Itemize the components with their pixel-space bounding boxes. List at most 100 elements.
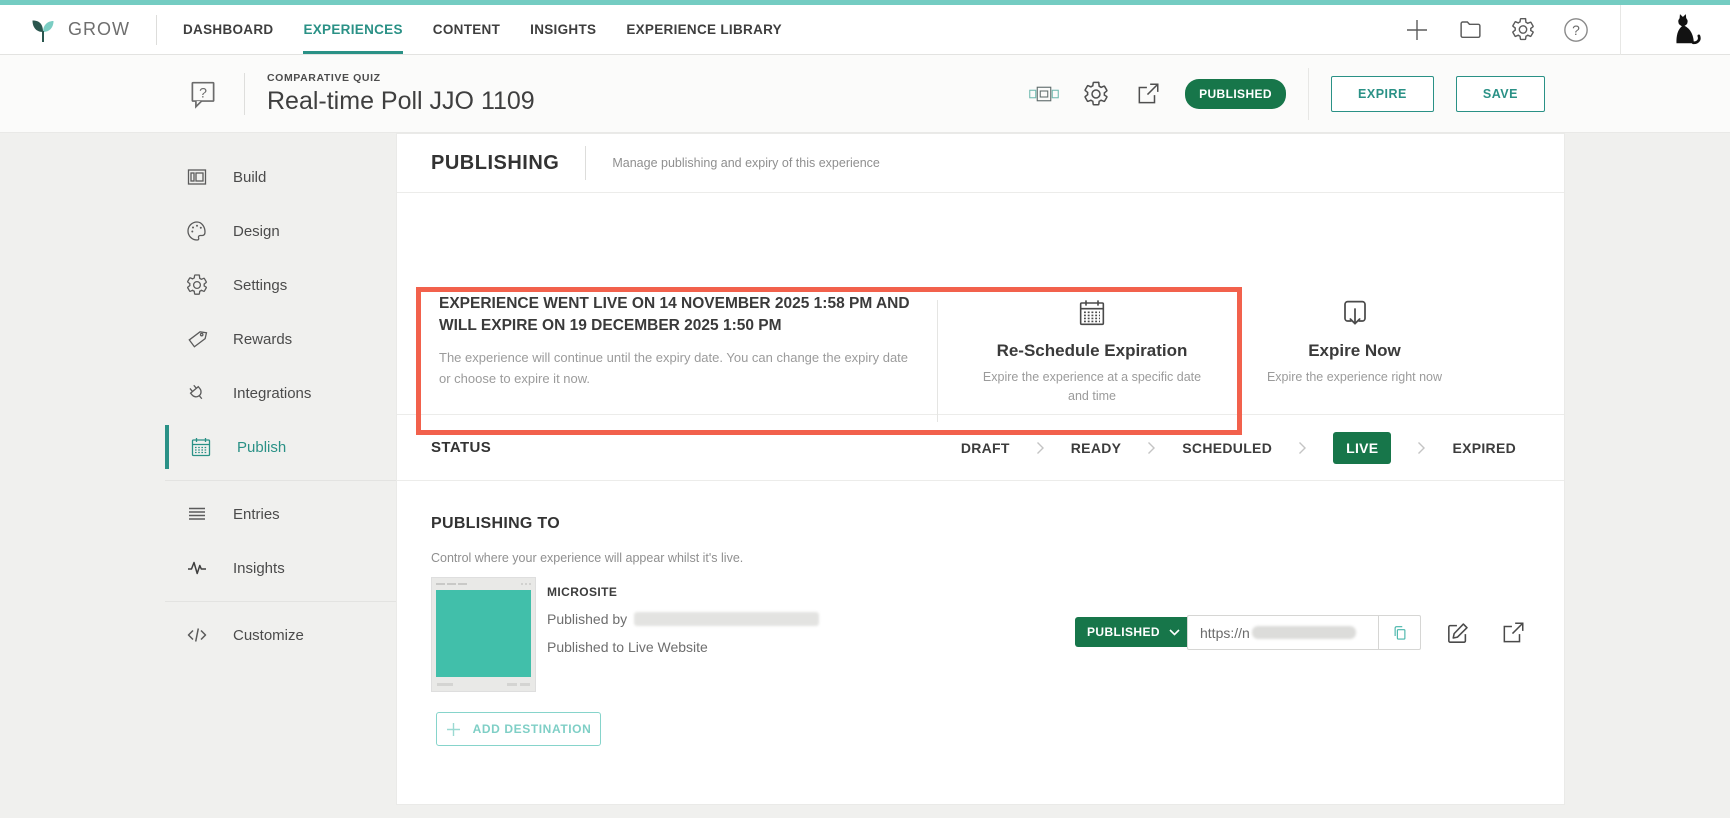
publishing-section-header: PUBLISHING Manage publishing and expiry … bbox=[397, 134, 1564, 193]
header-controls: PUBLISHED EXPIRE SAVE bbox=[1029, 68, 1545, 120]
live-expiry-section: EXPERIENCE WENT LIVE ON 14 NOVEMBER 2025… bbox=[397, 193, 1564, 415]
plus-icon bbox=[446, 722, 461, 737]
calendar-icon bbox=[189, 435, 213, 459]
status-step-ready: READY bbox=[1071, 440, 1122, 456]
chevron-right-icon bbox=[1036, 441, 1045, 455]
sidebar-item-customize[interactable]: Customize bbox=[165, 608, 396, 662]
open-preview-icon[interactable] bbox=[1133, 79, 1163, 109]
nav-item-content[interactable]: CONTENT bbox=[433, 5, 500, 54]
chevron-right-icon bbox=[1298, 441, 1307, 455]
publishing-to-title: PUBLISHING TO bbox=[431, 515, 560, 533]
nav-item-experience-library[interactable]: EXPERIENCE LIBRARY bbox=[626, 5, 782, 54]
experience-header: ? COMPARATIVE QUIZ Real-time Poll JJO 11… bbox=[0, 55, 1730, 133]
section-divider bbox=[585, 146, 586, 180]
code-icon bbox=[185, 623, 209, 647]
destination-url-field[interactable]: https://n bbox=[1187, 615, 1421, 650]
publishing-panel: PUBLISHING Manage publishing and expiry … bbox=[396, 133, 1565, 805]
nav-item-experiences[interactable]: EXPERIENCES bbox=[303, 5, 402, 54]
thumbnail-content bbox=[436, 590, 531, 677]
status-section: STATUS DRAFT READY SCHEDULED LIVE EXPIRE… bbox=[397, 415, 1564, 481]
nav-right-controls: ? bbox=[1404, 5, 1730, 54]
tag-icon bbox=[185, 327, 209, 351]
cat-avatar[interactable] bbox=[1648, 5, 1730, 54]
chevron-right-icon bbox=[1417, 441, 1426, 455]
expire-now-description: Expire the experience right now bbox=[1240, 368, 1470, 387]
reschedule-description: Expire the experience at a specific date… bbox=[977, 368, 1207, 406]
reschedule-expiration-action[interactable]: Re-Schedule Expiration Expire the experi… bbox=[957, 297, 1227, 406]
nav-item-insights[interactable]: INSIGHTS bbox=[530, 5, 596, 54]
expire-now-icon bbox=[1339, 297, 1371, 329]
copy-url-button[interactable] bbox=[1378, 616, 1420, 649]
header-divider bbox=[244, 73, 245, 115]
sprout-logo-icon bbox=[28, 15, 58, 45]
reschedule-title: Re-Schedule Expiration bbox=[997, 341, 1188, 361]
publishing-to-section: PUBLISHING TO Control where your experie… bbox=[397, 481, 1564, 804]
list-icon bbox=[185, 502, 209, 526]
chevron-down-icon bbox=[1169, 629, 1180, 636]
layout-icon bbox=[185, 165, 209, 189]
add-destination-button[interactable]: ADD DESTINATION bbox=[436, 712, 601, 746]
pulse-icon bbox=[185, 556, 209, 580]
sidebar-item-build[interactable]: Build bbox=[165, 150, 396, 204]
live-notice: EXPERIENCE WENT LIVE ON 14 NOVEMBER 2025… bbox=[439, 293, 929, 390]
sidebar-item-entries[interactable]: Entries bbox=[165, 487, 396, 541]
brand-name: GROW bbox=[68, 19, 130, 40]
edit-destination-icon[interactable] bbox=[1443, 619, 1471, 647]
nav-divider bbox=[156, 15, 157, 45]
sidebar-item-rewards[interactable]: Rewards bbox=[165, 312, 396, 366]
publishing-to-subtitle: Control where your experience will appea… bbox=[431, 551, 743, 565]
sidebar-item-settings[interactable]: Settings bbox=[165, 258, 396, 312]
destination-status-dropdown[interactable]: PUBLISHED bbox=[1075, 617, 1192, 647]
live-notice-title: EXPERIENCE WENT LIVE ON 14 NOVEMBER 2025… bbox=[439, 293, 929, 338]
quiz-bubble-icon: ? bbox=[186, 77, 220, 111]
status-step-expired: EXPIRED bbox=[1452, 440, 1516, 456]
redacted-publisher bbox=[634, 612, 819, 626]
calendar-icon bbox=[1076, 297, 1108, 329]
status-step-live-current: LIVE bbox=[1333, 432, 1391, 464]
brand-logo[interactable]: GROW bbox=[0, 5, 156, 54]
microsite-thumbnail bbox=[431, 577, 536, 692]
gear-icon[interactable] bbox=[1510, 17, 1536, 43]
status-steps: DRAFT READY SCHEDULED LIVE EXPIRED bbox=[961, 432, 1516, 464]
published-status-badge: PUBLISHED bbox=[1185, 79, 1286, 109]
nav-items: DASHBOARD EXPERIENCES CONTENT INSIGHTS E… bbox=[183, 5, 782, 54]
thumbnail-browser-bar bbox=[432, 578, 535, 590]
status-label: STATUS bbox=[431, 439, 491, 456]
sidebar-item-publish[interactable]: Publish bbox=[165, 420, 396, 474]
save-button[interactable]: SAVE bbox=[1456, 76, 1545, 112]
status-step-scheduled: SCHEDULED bbox=[1182, 440, 1272, 456]
nav-divider bbox=[1620, 5, 1621, 55]
published-to-line: Published to Live Website bbox=[547, 639, 819, 655]
redacted-url bbox=[1252, 626, 1356, 639]
gear-icon[interactable] bbox=[1081, 79, 1111, 109]
device-preview-icon[interactable] bbox=[1029, 79, 1059, 109]
svg-text:?: ? bbox=[199, 85, 207, 101]
folder-icon[interactable] bbox=[1457, 17, 1483, 43]
gear-icon bbox=[185, 273, 209, 297]
published-by-line: Published by bbox=[547, 611, 819, 627]
sidebar-separator bbox=[165, 480, 396, 481]
url-text: https://n bbox=[1188, 625, 1356, 641]
section-divider bbox=[937, 300, 938, 422]
destination-type: MICROSITE bbox=[547, 585, 819, 599]
plug-icon bbox=[185, 381, 209, 405]
sidebar-separator bbox=[165, 601, 396, 602]
experience-titles: COMPARATIVE QUIZ Real-time Poll JJO 1109 bbox=[267, 72, 535, 116]
plus-icon[interactable] bbox=[1404, 17, 1430, 43]
chevron-right-icon bbox=[1147, 441, 1156, 455]
publishing-title: PUBLISHING bbox=[431, 152, 559, 175]
sidebar-item-integrations[interactable]: Integrations bbox=[165, 366, 396, 420]
destination-info: MICROSITE Published by Published to Live… bbox=[547, 585, 819, 655]
header-divider bbox=[1308, 68, 1309, 120]
open-destination-icon[interactable] bbox=[1499, 619, 1527, 647]
expire-now-action[interactable]: Expire Now Expire the experience right n… bbox=[1242, 297, 1467, 387]
live-notice-description: The experience will continue until the e… bbox=[439, 347, 909, 390]
expire-button[interactable]: EXPIRE bbox=[1331, 76, 1434, 112]
nav-item-dashboard[interactable]: DASHBOARD bbox=[183, 5, 273, 54]
experience-title: Real-time Poll JJO 1109 bbox=[267, 87, 535, 116]
sidebar-item-design[interactable]: Design bbox=[165, 204, 396, 258]
palette-icon bbox=[185, 219, 209, 243]
experience-type-label: COMPARATIVE QUIZ bbox=[267, 72, 535, 84]
sidebar-item-insights[interactable]: Insights bbox=[165, 541, 396, 595]
help-icon[interactable]: ? bbox=[1563, 17, 1589, 43]
